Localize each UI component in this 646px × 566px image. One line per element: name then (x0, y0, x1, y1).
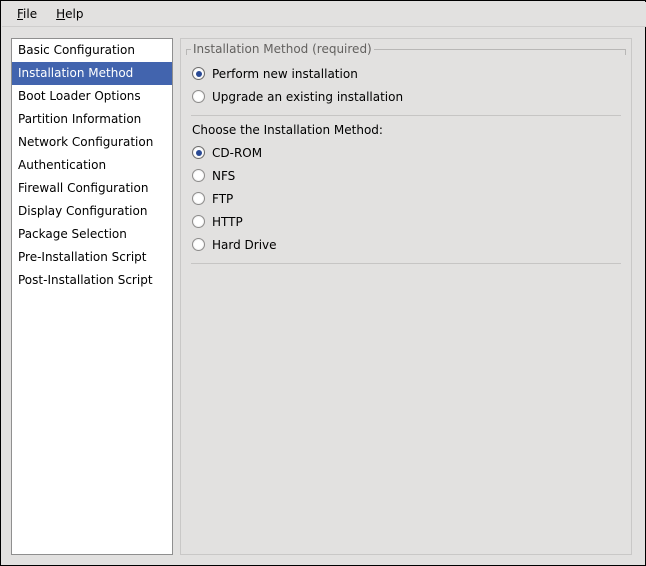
radio-row-cdrom[interactable]: CD-ROM (185, 141, 627, 164)
radio-upgrade-existing-installation-label: Upgrade an existing installation (212, 90, 403, 104)
installation-method-frame: Installation Method (required) Perform n… (185, 42, 627, 550)
section-list-panel[interactable]: Basic Configuration Installation Method … (11, 38, 173, 555)
choose-installation-method-title: Choose the Installation Method: (185, 122, 627, 138)
radio-hard-drive-label: Hard Drive (212, 238, 277, 252)
sidebar-item-pre-installation-script[interactable]: Pre-Installation Script (12, 246, 172, 269)
radio-http-icon[interactable] (192, 215, 205, 228)
menu-file-rest: ile (23, 7, 37, 21)
sidebar-item-firewall-configuration[interactable]: Firewall Configuration (12, 177, 172, 200)
radio-ftp-label: FTP (212, 192, 233, 206)
sidebar-item-post-installation-script[interactable]: Post-Installation Script (12, 269, 172, 292)
radio-nfs-icon[interactable] (192, 169, 205, 182)
frame-rule-right (371, 49, 626, 50)
sidebar-item-package-selection[interactable]: Package Selection (12, 223, 172, 246)
sidebar-item-display-configuration[interactable]: Display Configuration (12, 200, 172, 223)
menu-help-mnemonic: H (56, 7, 65, 21)
radio-row-http[interactable]: HTTP (185, 210, 627, 233)
content-panel: Installation Method (required) Perform n… (180, 38, 632, 555)
radio-row-nfs[interactable]: NFS (185, 164, 627, 187)
radio-cdrom-label: CD-ROM (212, 146, 262, 160)
sidebar-item-network-configuration[interactable]: Network Configuration (12, 131, 172, 154)
separator-top (191, 115, 621, 116)
radio-ftp-icon[interactable] (192, 192, 205, 205)
menu-help-rest: elp (65, 7, 83, 21)
frame-label: Installation Method (required) (191, 42, 374, 57)
sidebar-item-installation-method[interactable]: Installation Method (12, 62, 172, 85)
radio-hard-drive-icon[interactable] (192, 238, 205, 251)
radio-nfs-label: NFS (212, 169, 235, 183)
frame-header: Installation Method (required) (185, 42, 627, 58)
menu-file[interactable]: File (9, 4, 46, 24)
frame-edge-right (625, 49, 626, 55)
menu-help[interactable]: Help (48, 4, 92, 24)
radio-row-ftp[interactable]: FTP (185, 187, 627, 210)
sidebar-item-boot-loader-options[interactable]: Boot Loader Options (12, 85, 172, 108)
radio-row-hard-drive[interactable]: Hard Drive (185, 233, 627, 256)
separator-bottom (191, 263, 621, 264)
radio-upgrade-existing-installation-icon[interactable] (192, 90, 205, 103)
radio-perform-new-installation-label: Perform new installation (212, 67, 358, 81)
radio-perform-new-installation-icon[interactable] (192, 67, 205, 80)
radio-row-perform-new-installation[interactable]: Perform new installation (185, 62, 627, 85)
sidebar-item-partition-information[interactable]: Partition Information (12, 108, 172, 131)
radio-http-label: HTTP (212, 215, 243, 229)
menu-bar: File Help (2, 2, 646, 27)
radio-cdrom-icon[interactable] (192, 146, 205, 159)
sidebar-item-authentication[interactable]: Authentication (12, 154, 172, 177)
application-window: File Help Basic Configuration Installati… (0, 0, 646, 566)
frame-edge-left (186, 49, 187, 55)
sidebar-item-basic-configuration[interactable]: Basic Configuration (12, 39, 172, 62)
radio-row-upgrade-existing-installation[interactable]: Upgrade an existing installation (185, 85, 627, 108)
frame-body: Perform new installation Upgrade an exis… (185, 58, 627, 264)
